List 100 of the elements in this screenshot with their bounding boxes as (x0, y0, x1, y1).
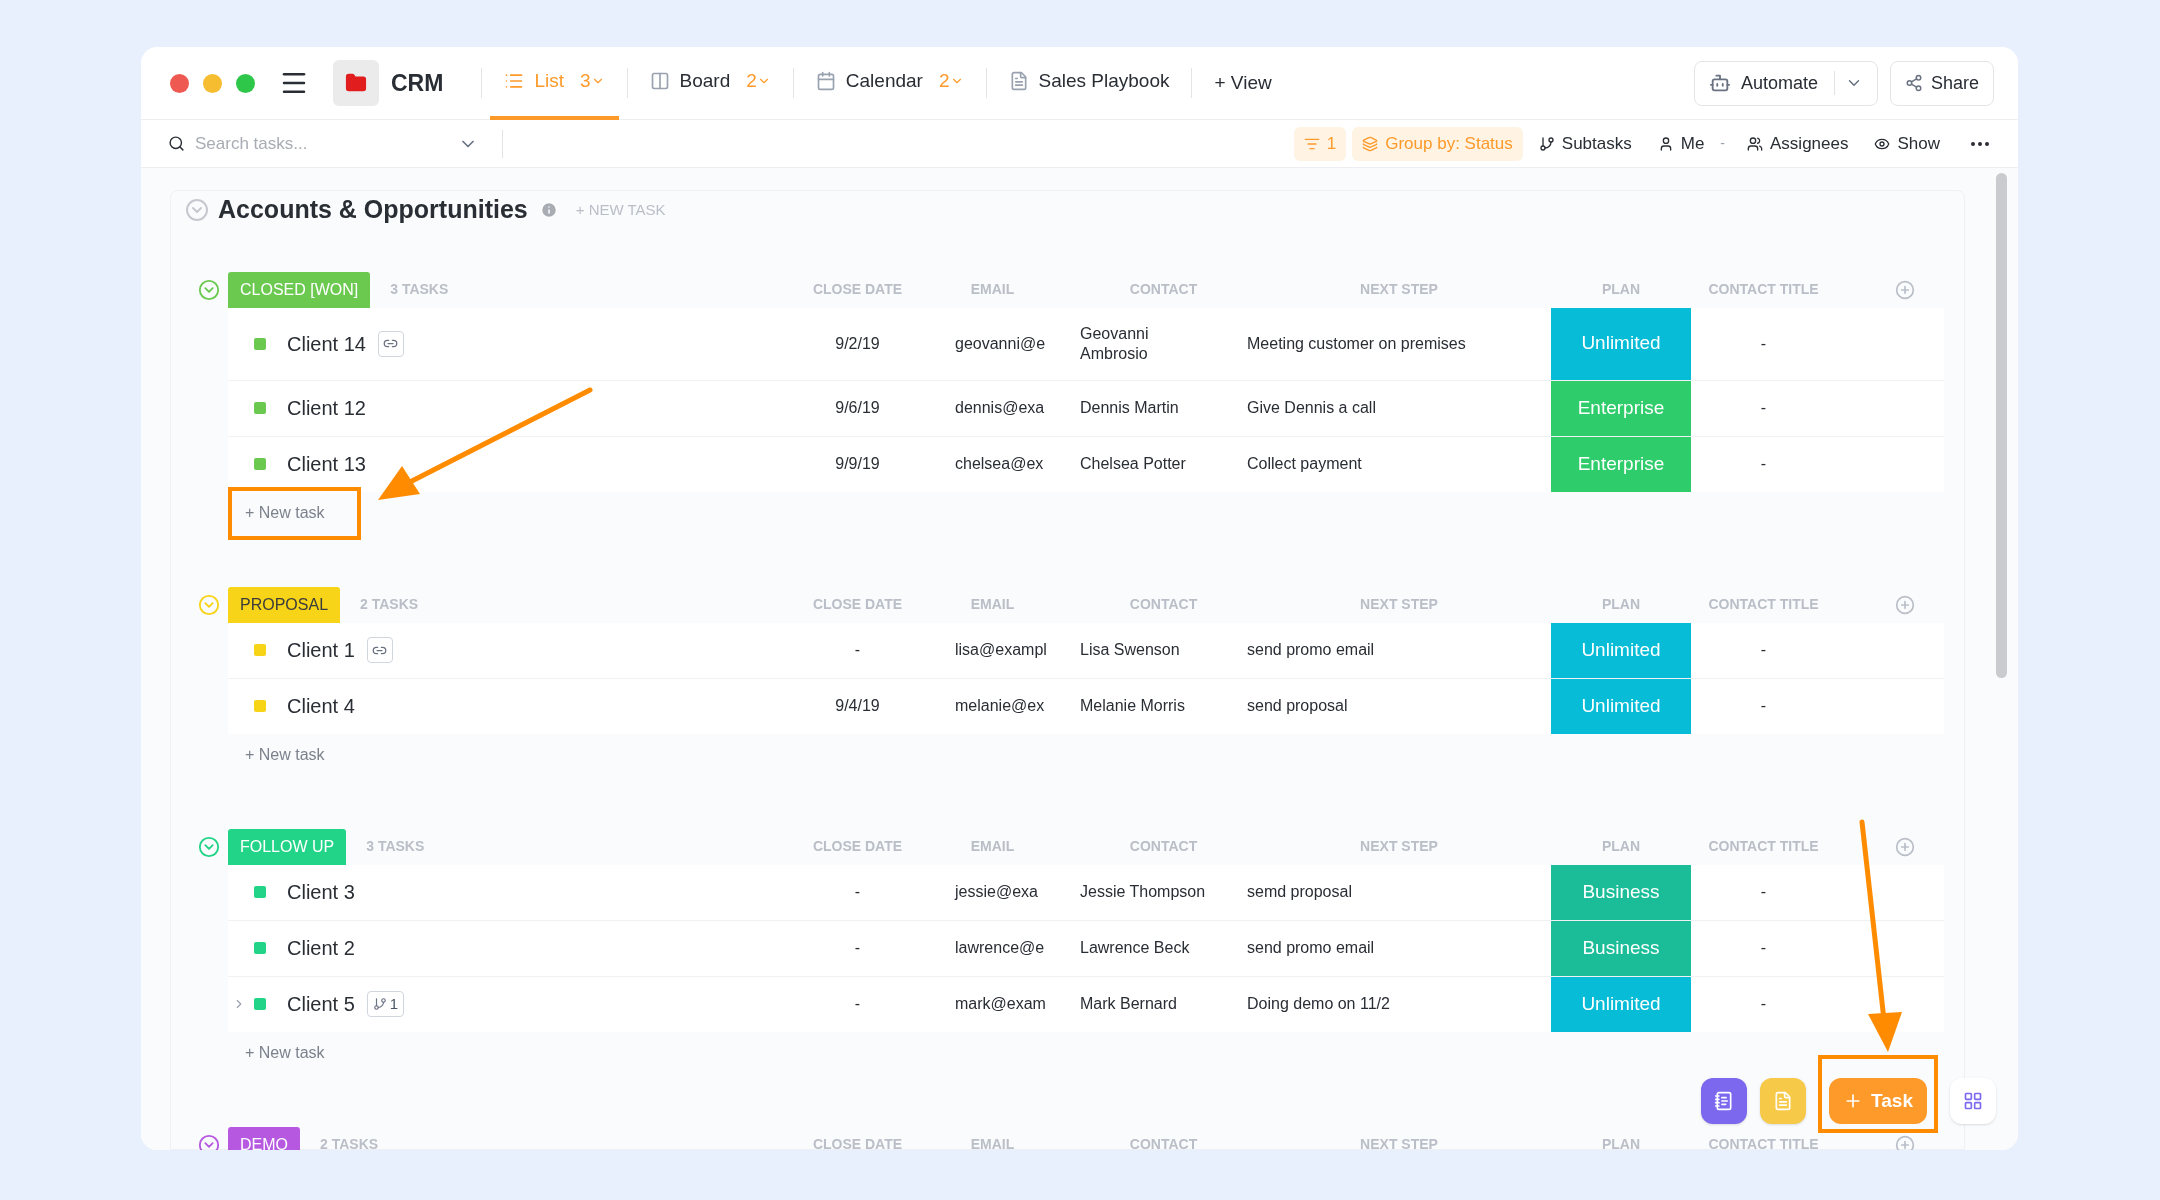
column-header[interactable]: CLOSE DATE (812, 594, 903, 615)
collapse-icon[interactable] (185, 197, 209, 222)
column-header[interactable]: CONTACT (1129, 279, 1198, 300)
plan-tag[interactable]: Unlimited (1551, 307, 1691, 380)
link-badge[interactable] (377, 330, 404, 357)
apps-button[interactable] (1950, 1078, 1996, 1124)
column-header[interactable]: NEXT STEP (1360, 279, 1438, 300)
add-column-icon[interactable] (1895, 836, 1915, 857)
doc-button[interactable] (1760, 1078, 1807, 1124)
column-header[interactable]: CONTACT TITLE (1708, 1134, 1819, 1150)
task-name[interactable]: Client 4 (287, 691, 355, 721)
task-name[interactable]: Client 13 (287, 449, 366, 479)
status-label[interactable]: PROPOSAL (228, 586, 341, 623)
add-column-icon[interactable] (1895, 594, 1915, 615)
plan-tag[interactable]: Enterprise (1551, 436, 1691, 492)
status-label[interactable]: FOLLOW UP (228, 828, 347, 865)
column-header[interactable]: NEXT STEP (1360, 836, 1438, 857)
column-header[interactable]: CLOSE DATE (812, 836, 903, 857)
column-header[interactable]: PLAN (1601, 836, 1641, 857)
email: lisa@exampl (955, 640, 1047, 660)
contact-title: - (1760, 454, 1767, 474)
task-name[interactable]: Client 2 (287, 933, 355, 963)
view-tab[interactable]: Calendar 2 (801, 47, 978, 120)
column-header[interactable]: NEXT STEP (1360, 594, 1438, 615)
column-header[interactable]: CONTACT (1129, 594, 1198, 615)
new-task-link[interactable]: + New task (245, 742, 325, 767)
collapse-icon[interactable] (198, 1133, 220, 1150)
column-header[interactable]: EMAIL (970, 594, 1015, 615)
share-button[interactable]: Share (1889, 60, 1994, 106)
task-name[interactable]: Client 5 (287, 989, 355, 1019)
window-control[interactable] (203, 73, 222, 93)
filter-button[interactable]: 1 (1293, 126, 1347, 161)
collapse-icon[interactable] (198, 278, 220, 301)
column-header[interactable]: CONTACT TITLE (1708, 594, 1819, 615)
filter-button[interactable]: Me (1647, 126, 1715, 161)
column-header[interactable]: CONTACT TITLE (1708, 279, 1819, 300)
column-header[interactable]: PLAN (1601, 594, 1641, 615)
new-task-link[interactable]: + New task (245, 1040, 325, 1065)
window-control[interactable] (170, 73, 189, 93)
column-header[interactable]: NEXT STEP (1360, 1134, 1438, 1150)
view-tab[interactable]: Sales Playbook (994, 47, 1184, 120)
subtask-badge[interactable]: 1 (366, 991, 405, 1017)
column-header[interactable]: PLAN (1601, 279, 1641, 300)
column-header[interactable]: PLAN (1601, 1134, 1641, 1150)
notepad-icon (1714, 1091, 1735, 1111)
plan-tag[interactable]: Enterprise (1551, 380, 1691, 436)
email: geovanni@e (955, 333, 1046, 354)
status-label[interactable]: DEMO (228, 1126, 300, 1150)
list-title: Accounts & Opportunities (218, 194, 528, 225)
add-view-button[interactable]: + View (1202, 68, 1284, 98)
column-header[interactable]: CLOSE DATE (812, 1134, 903, 1150)
plan-tag[interactable]: Unlimited (1551, 622, 1691, 678)
column-header[interactable]: CLOSE DATE (812, 279, 903, 300)
next-step: send promo email (1247, 936, 1375, 960)
column-header[interactable]: EMAIL (970, 279, 1015, 300)
plan-tag[interactable]: Business (1551, 864, 1691, 920)
add-column-icon[interactable] (1895, 279, 1915, 300)
email: melanie@ex (955, 696, 1045, 716)
plan-tag[interactable]: Business (1551, 920, 1691, 976)
automate-button[interactable]: Automate (1693, 60, 1878, 106)
plan-tag[interactable]: Unlimited (1551, 678, 1691, 734)
separator-dash: - (1720, 134, 1726, 153)
task-count: 2 TASKS (360, 595, 419, 614)
status-label[interactable]: CLOSED [WON] (228, 271, 371, 308)
close-date: - (854, 994, 861, 1014)
new-task-link[interactable]: + NEW TASK (575, 198, 666, 221)
notepad-button[interactable] (1701, 1078, 1748, 1124)
column-header[interactable]: EMAIL (970, 1134, 1015, 1150)
filter-button[interactable]: Show (1864, 126, 1950, 161)
filter-button[interactable]: Assignees (1737, 126, 1859, 161)
search-field[interactable]: Search tasks... (195, 130, 448, 157)
window-control[interactable] (236, 73, 255, 93)
column-header[interactable]: CONTACT (1129, 836, 1198, 857)
contact-title: - (1760, 994, 1767, 1014)
link-badge[interactable] (366, 637, 393, 663)
task-name[interactable]: Client 3 (287, 877, 355, 907)
contact-name: Lisa Swenson (1080, 640, 1181, 660)
new-task-button[interactable]: Task (1829, 1078, 1927, 1124)
column-header[interactable]: CONTACT (1129, 1134, 1198, 1150)
task-name[interactable]: Client 12 (287, 393, 366, 423)
plan-tag[interactable]: Unlimited (1551, 976, 1691, 1032)
info-icon[interactable] (539, 200, 558, 219)
scrollbar[interactable] (1996, 173, 2007, 678)
next-step: Doing demo on 11/2 (1247, 992, 1390, 1016)
task-name[interactable]: Client 1 (287, 635, 355, 665)
add-column-icon[interactable] (1895, 1134, 1915, 1150)
filter-button[interactable]: Group by: Status (1352, 126, 1523, 161)
email: dennis@exa (955, 398, 1045, 418)
next-step: semd proposal (1247, 880, 1352, 904)
view-tab[interactable]: List 3 (490, 47, 619, 120)
column-header[interactable]: CONTACT TITLE (1708, 836, 1819, 857)
collapse-icon[interactable] (198, 835, 220, 858)
filter-button[interactable]: Subtasks (1528, 126, 1642, 161)
contact-name: Dennis Martin (1080, 398, 1180, 418)
calendar-icon (815, 71, 836, 91)
view-tab[interactable]: Board 2 (635, 47, 785, 120)
task-name[interactable]: Client 14 (287, 328, 366, 359)
search-icon (168, 135, 185, 152)
new-task-link[interactable]: + New task (245, 500, 325, 525)
column-header[interactable]: EMAIL (970, 836, 1015, 857)
